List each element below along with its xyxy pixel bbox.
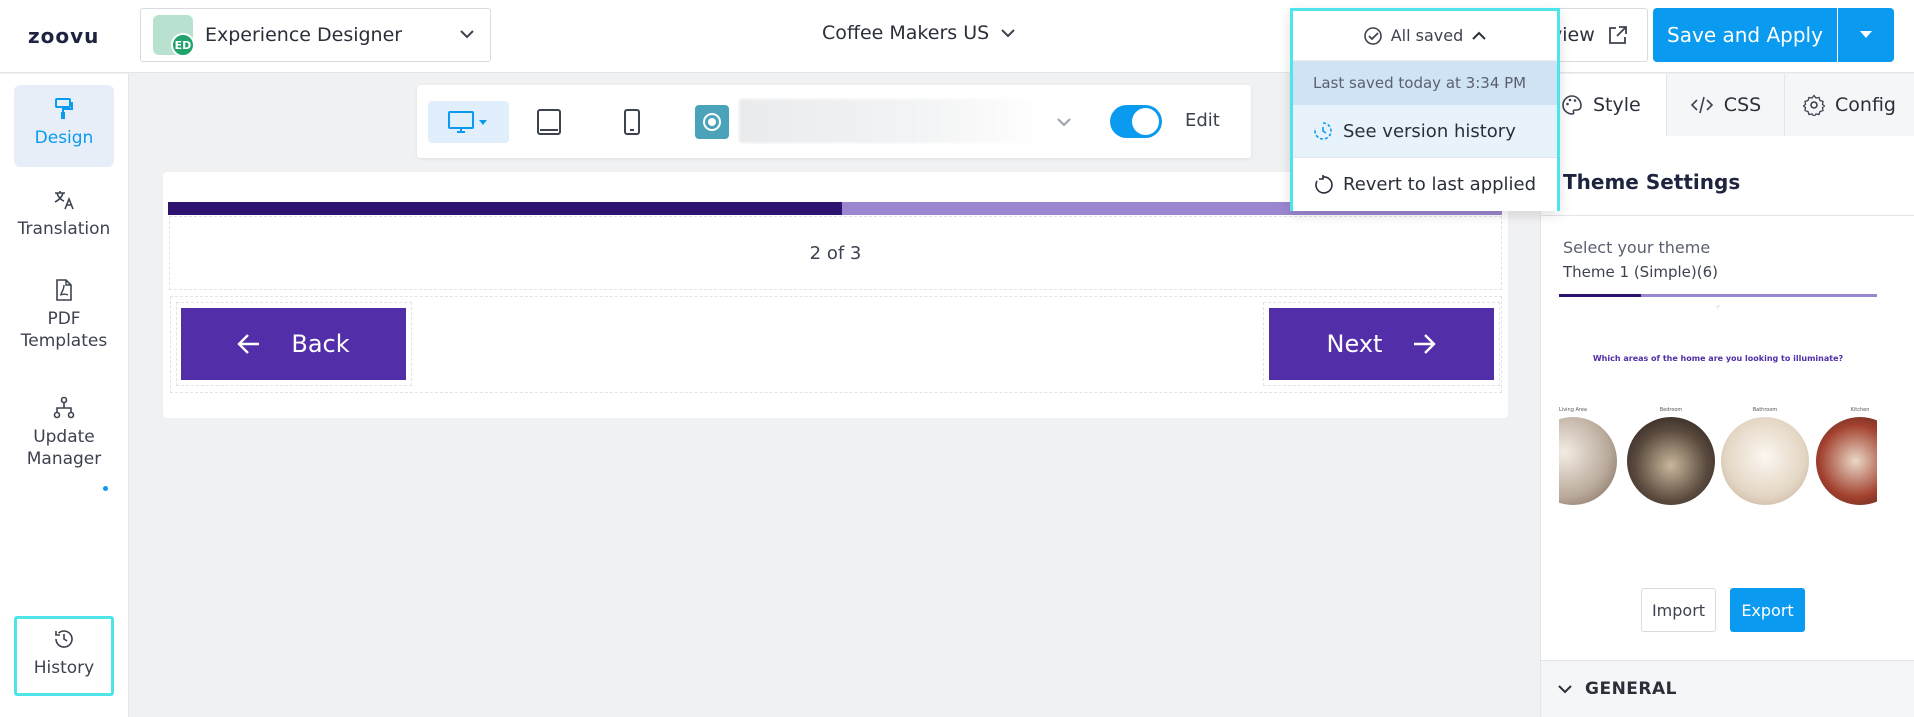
app-name: Experience Designer: [205, 24, 403, 46]
sidebar-item-label: Design: [34, 128, 94, 148]
chevron-down-icon: [1001, 29, 1015, 38]
save-options-dropdown[interactable]: [1838, 8, 1894, 62]
general-section-toggle[interactable]: GENERAL: [1541, 660, 1914, 717]
app-selector[interactable]: ED Experience Designer: [140, 8, 491, 62]
project-selector[interactable]: Coffee Makers US: [822, 22, 1017, 44]
sidebar-item-pdf-templates[interactable]: PDF Templates: [14, 278, 114, 368]
zoovu-logo[interactable]: zoovu: [28, 24, 99, 48]
chevron-up-icon: [1472, 31, 1486, 40]
tablet-view-button[interactable]: [527, 101, 571, 143]
left-sidebar: Design Translation PDF Templates Update …: [0, 74, 129, 717]
sidebar-item-label: PDF Templates: [20, 309, 108, 351]
check-circle-icon: [1363, 26, 1382, 45]
chevron-down-icon[interactable]: [1055, 114, 1073, 130]
hierarchy-icon: [53, 396, 75, 419]
save-status-label: All saved: [1390, 26, 1464, 45]
back-label: Back: [291, 330, 350, 358]
theme-name[interactable]: Theme 1 (Simple)(6): [1563, 263, 1718, 281]
next-button[interactable]: Next: [1269, 308, 1494, 380]
page-selector[interactable]: [739, 99, 1045, 143]
desktop-view-button[interactable]: [428, 101, 509, 143]
translate-icon: [54, 191, 74, 210]
tab-label: Config: [1835, 94, 1896, 116]
progress-fill: [168, 202, 842, 215]
code-icon: [1690, 96, 1713, 114]
last-saved-info: Last saved today at 3:34 PM: [1293, 61, 1557, 105]
top-bar: zoovu ED Experience Designer Coffee Make…: [0, 0, 1914, 73]
sidebar-item-label: Translation: [17, 219, 111, 239]
desktop-icon: [447, 111, 487, 133]
history-icon: [55, 630, 73, 648]
edit-toggle[interactable]: [1110, 105, 1162, 138]
project-name: Coffee Makers US: [822, 22, 990, 44]
external-link-icon: [1608, 26, 1627, 44]
arrow-right-icon: [1414, 334, 1437, 354]
thumb-room: Kitchen: [1816, 407, 1877, 505]
mobile-view-button[interactable]: [610, 101, 654, 143]
save-and-apply-button[interactable]: Save and Apply: [1653, 8, 1837, 62]
thumb-room: Living Area: [1559, 407, 1617, 505]
pdf-file-icon: [56, 279, 72, 301]
see-version-history-label: See version history: [1343, 120, 1516, 142]
export-button[interactable]: Export: [1730, 588, 1805, 632]
caret-down-icon: [1860, 31, 1872, 38]
record-icon: [703, 113, 721, 131]
revert-to-last-applied-item[interactable]: Revert to last applied: [1293, 158, 1557, 211]
save-status-dropdown: All saved Last saved today at 3:34 PM Se…: [1290, 8, 1560, 211]
tab-label: Style: [1593, 94, 1641, 116]
next-label: Next: [1326, 330, 1383, 358]
tab-config[interactable]: Config: [1785, 74, 1914, 136]
tab-label: CSS: [1723, 94, 1762, 116]
back-button[interactable]: Back: [181, 308, 406, 380]
edit-label: Edit: [1185, 110, 1220, 131]
chevron-down-icon: [460, 30, 474, 39]
thumb-progress: [1559, 294, 1877, 297]
sidebar-item-label: History: [33, 658, 95, 678]
revert-label: Revert to last applied: [1343, 174, 1537, 195]
see-version-history-item[interactable]: See version history: [1293, 105, 1557, 158]
sidebar-item-update-manager[interactable]: Update Manager: [14, 396, 114, 488]
tablet-icon: [537, 109, 561, 135]
import-button[interactable]: Import: [1641, 588, 1716, 632]
paint-roller-icon: [55, 98, 73, 119]
theme-settings-title: Theme Settings: [1563, 170, 1741, 194]
clock-history-icon: [1314, 122, 1332, 140]
revert-icon: [1315, 174, 1333, 194]
chevron-down-icon: [1558, 685, 1572, 694]
thumb-room: Bathroom: [1721, 407, 1809, 505]
palette-icon: [1562, 95, 1582, 115]
update-notification-dot: [103, 486, 108, 491]
preview-toolbar: Edit: [417, 85, 1251, 158]
save-status-toggle[interactable]: All saved: [1293, 11, 1557, 61]
thumb-question: Which areas of the home are you looking …: [1592, 354, 1844, 363]
general-label: GENERAL: [1585, 679, 1677, 699]
sidebar-item-label: Update Manager: [26, 427, 102, 469]
experience-designer-icon: ED: [153, 15, 195, 57]
gear-icon: [1803, 94, 1826, 116]
thumb-page: ·/·: [1716, 304, 1720, 309]
tab-css[interactable]: CSS: [1667, 74, 1785, 136]
select-theme-label: Select your theme: [1563, 238, 1711, 257]
sidebar-item-design[interactable]: Design: [14, 85, 114, 167]
sidebar-item-translation[interactable]: Translation: [14, 188, 114, 260]
settings-panel: Style CSS Config Theme Settings Select y…: [1540, 74, 1914, 717]
mobile-icon: [624, 109, 640, 135]
thumb-room: Bedroom: [1627, 407, 1715, 505]
panel-tabs: Style CSS Config: [1541, 74, 1914, 136]
page-indicator: 2 of 3: [809, 243, 862, 264]
record-button[interactable]: [695, 105, 729, 139]
arrow-left-icon: [237, 334, 260, 354]
theme-preview-thumbnail[interactable]: ·/· Which areas of the home are you look…: [1559, 294, 1877, 509]
app-badge: ED: [171, 33, 195, 57]
sidebar-item-history[interactable]: History: [14, 616, 114, 696]
